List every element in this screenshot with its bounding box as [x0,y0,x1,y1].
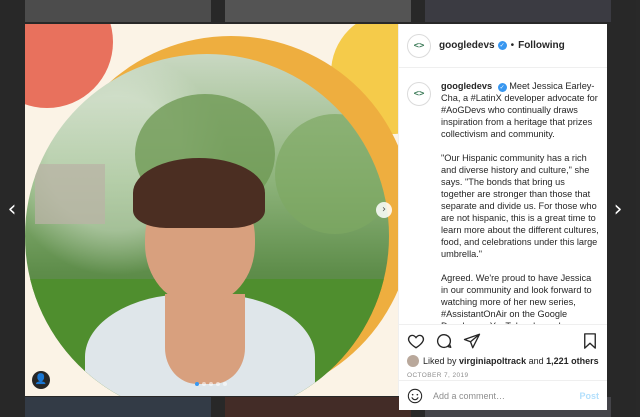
post-date[interactable]: OCTOBER 7, 2019 [407,372,599,379]
caption: <> googledevs ✓ Meet Jessica Earley-Cha,… [407,80,599,324]
action-icons [407,331,599,351]
avatar[interactable]: <> [407,33,431,58]
liked-by-prefix: Liked by [423,356,457,366]
following-button[interactable]: Following [518,40,565,51]
carousel-dot [216,382,220,386]
bookmark-icon[interactable] [581,332,599,350]
carousel-dot [195,382,199,386]
portrait-photo [25,54,389,396]
post-comment-button[interactable]: Post [579,391,599,401]
avatar[interactable] [407,355,419,367]
comment-input[interactable]: Add a comment… [433,391,579,401]
caption-scroll-area[interactable]: <> googledevs ✓ Meet Jessica Earley-Cha,… [399,68,607,324]
avatar[interactable]: <> [407,82,431,106]
carousel-dot [209,382,213,386]
comment-composer: Add a comment… Post [399,380,607,410]
post-media[interactable]: › 👤 [25,24,398,396]
share-icon[interactable] [463,332,481,350]
caption-text: googledevs ✓ Meet Jessica Earley-Cha, a … [441,80,599,324]
carousel-dots [195,382,227,386]
post-header: <> googledevs ✓ • Following [399,24,607,68]
chevron-right-icon[interactable]: › [610,198,626,222]
separator-dot: • [510,40,515,51]
likes-summary: Liked by virginiapoltrack and 1,221 othe… [407,355,599,367]
liked-by-others[interactable]: 1,221 others [546,356,599,366]
chevron-right-icon[interactable]: › [376,202,392,218]
caption-paragraph: Agreed. We're proud to have Jessica in o… [441,273,592,324]
post-modal: › 👤 <> googledevs ✓ • Following <> googl… [25,24,607,410]
post-sidebar: <> googledevs ✓ • Following <> googledev… [398,24,607,410]
emoji-icon[interactable] [407,388,423,404]
comment-icon[interactable] [435,332,453,350]
heart-icon[interactable] [407,332,425,350]
caption-username[interactable]: googledevs [441,81,492,91]
caption-paragraph: "Our Hispanic community has a rich and d… [441,153,599,259]
chevron-left-icon[interactable]: ‹ [4,198,20,222]
person-icon[interactable]: 👤 [32,371,50,389]
liked-by-user[interactable]: virginiapoltrack [459,356,526,366]
verified-badge-icon: ✓ [497,41,507,50]
carousel-dot [202,382,206,386]
carousel-dot [223,382,227,386]
liked-by-and: and [528,356,544,366]
header-username[interactable]: googledevs [439,40,495,51]
verified-badge-icon: ✓ [497,83,507,92]
